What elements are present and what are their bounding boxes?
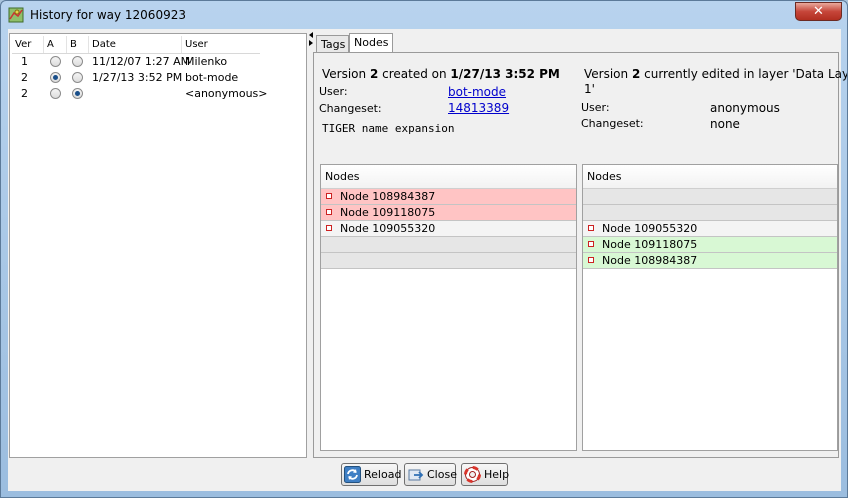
right-nodes-header[interactable]: Nodes [583, 165, 837, 189]
history-window: History for way 12060923 ✕ Ver A B Date … [0, 0, 848, 498]
right-version-suffix: currently edited in layer 'Data Layer [640, 67, 848, 81]
nodes-tab-panel: Version 2 created on 1/27/13 3:52 PM Use… [313, 52, 847, 458]
node-label: Node 108984387 [340, 190, 436, 203]
title-bar[interactable]: History for way 12060923 ✕ [1, 1, 847, 29]
select-a-radio[interactable] [50, 88, 61, 99]
node-row[interactable] [583, 205, 837, 221]
node-icon [588, 225, 594, 231]
right-nodes-list[interactable]: Nodes Node 109055320 Node 109118075 Node 1… [582, 164, 838, 451]
tab-nodes[interactable]: Nodes [349, 33, 393, 54]
node-row[interactable]: Node 109055320 [583, 221, 837, 237]
col-date[interactable]: Date [89, 36, 182, 53]
node-row[interactable] [321, 253, 576, 269]
left-commit-comment: TIGER name expansion [322, 122, 455, 135]
node-row[interactable]: Node 108984387 [583, 253, 837, 269]
col-a[interactable]: A [44, 36, 67, 53]
left-changeset-link[interactable]: 14813389 [448, 101, 509, 115]
select-b-radio[interactable] [72, 56, 83, 67]
reload-icon [344, 466, 361, 483]
col-user[interactable]: User [182, 36, 260, 53]
version-number: 2 [21, 71, 28, 84]
right-version-heading: Version 2 currently edited in layer 'Dat… [584, 67, 848, 81]
node-row[interactable] [583, 189, 837, 205]
col-b[interactable]: B [67, 36, 89, 53]
left-version-middle: created on [378, 67, 451, 81]
left-version-heading: Version 2 created on 1/27/13 3:52 PM [322, 67, 560, 81]
map-icon [8, 7, 24, 23]
node-icon [588, 241, 594, 247]
version-date: 1/27/13 3:52 PM [92, 71, 183, 84]
version-table-pane: Ver A B Date User 1 11/12/07 1:27 AM Milen… [9, 33, 307, 458]
select-a-radio[interactable] [50, 56, 61, 67]
node-row[interactable]: Node 109118075 [321, 205, 576, 221]
close-icon [408, 469, 424, 481]
version-row[interactable]: 2 <anonymous> [12, 86, 268, 102]
left-nodes-header[interactable]: Nodes [321, 165, 576, 189]
reload-label: Reload [364, 468, 402, 481]
left-nodes-list[interactable]: Nodes Node 108984387 Node 109118075 Node 1… [320, 164, 577, 451]
version-number: 2 [21, 87, 28, 100]
right-changeset-label: Changeset: [581, 117, 644, 130]
node-label: Node 109055320 [602, 222, 698, 235]
split-left-arrow-icon[interactable] [309, 32, 313, 38]
node-row[interactable]: Node 108984387 [321, 189, 576, 205]
version-row[interactable]: 2 1/27/13 3:52 PM bot-mode [12, 70, 260, 86]
version-row[interactable]: 1 11/12/07 1:27 AM Milenko [12, 54, 260, 70]
node-icon [326, 225, 332, 231]
help-lifebuoy-icon [464, 466, 481, 483]
left-version-date: 1/27/13 3:52 PM [450, 67, 560, 81]
window-close-button[interactable]: ✕ [795, 2, 842, 21]
node-icon [326, 193, 332, 199]
right-version-heading-cont: 1' [584, 82, 595, 96]
version-table-header: Ver A B Date User [12, 36, 260, 54]
close-button[interactable]: Close [404, 463, 457, 486]
node-label: Node 109118075 [340, 206, 436, 219]
right-version-prefix: Version [584, 67, 632, 81]
node-row[interactable]: Node 109055320 [321, 221, 576, 237]
node-icon [326, 209, 332, 215]
node-label: Node 109055320 [340, 222, 436, 235]
tab-tags[interactable]: Tags [316, 35, 349, 53]
version-date: 11/12/07 1:27 AM [92, 55, 191, 68]
node-label: Node 108984387 [602, 254, 698, 267]
node-icon [588, 257, 594, 263]
dialog-content: Ver A B Date User 1 11/12/07 1:27 AM Milen… [8, 29, 847, 491]
left-user-link[interactable]: bot-mode [448, 85, 506, 99]
left-user-label: User: [319, 85, 348, 98]
help-button[interactable]: Help [461, 463, 510, 486]
version-user: Milenko [185, 55, 228, 68]
version-number: 1 [21, 55, 28, 68]
col-ver[interactable]: Ver [12, 36, 44, 53]
version-user: <anonymous> [185, 87, 268, 100]
close-label: Close [427, 468, 457, 481]
window-title: History for way 12060923 [30, 8, 186, 22]
node-row[interactable]: Node 109118075 [583, 237, 837, 253]
reload-button[interactable]: Reload [341, 463, 402, 486]
version-table: Ver A B Date User 1 11/12/07 1:27 AM Milen… [12, 36, 268, 102]
select-a-radio[interactable] [50, 72, 61, 83]
right-changeset-value: none [710, 117, 740, 131]
right-user-value: anonymous [710, 101, 780, 115]
select-b-radio[interactable] [72, 88, 83, 99]
left-changeset-label: Changeset: [319, 102, 382, 115]
select-b-radio[interactable] [72, 72, 83, 83]
left-version-prefix: Version [322, 67, 370, 81]
right-user-label: User: [581, 101, 610, 114]
version-user: bot-mode [185, 71, 239, 84]
help-label: Help [484, 468, 510, 481]
node-label: Node 109118075 [602, 238, 698, 251]
split-right-arrow-icon[interactable] [309, 40, 313, 46]
node-row[interactable] [321, 237, 576, 253]
